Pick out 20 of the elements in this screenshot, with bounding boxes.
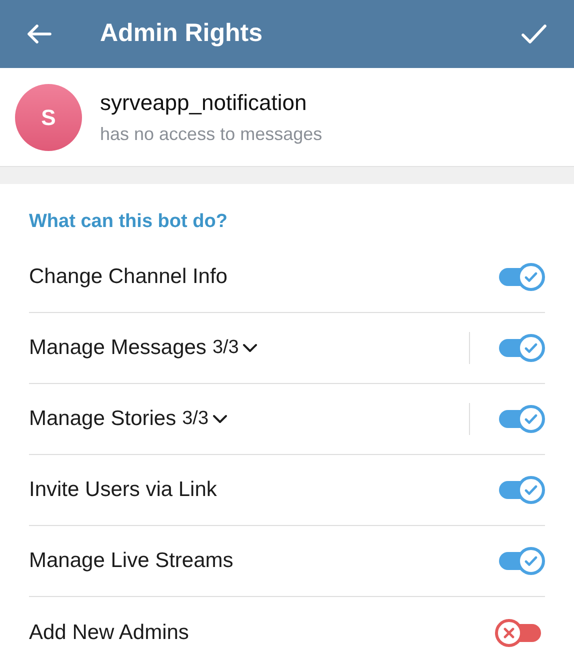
back-arrow-icon	[26, 23, 52, 45]
expand-permission-button[interactable]: Manage Stories 3/3	[29, 403, 228, 435]
expand-permission-button[interactable]: Manage Messages 3/3	[29, 332, 258, 364]
avatar-initial: S	[41, 104, 56, 132]
chevron-down-icon	[212, 414, 228, 424]
permission-label: Add New Admins	[29, 620, 189, 646]
bot-name: syrveapp_notification	[100, 89, 308, 117]
permission-count: 3/3	[212, 336, 239, 360]
permission-label: Invite Users via Link	[29, 477, 217, 504]
permission-count: 3/3	[182, 406, 209, 431]
permission-label: Manage Messages	[29, 335, 206, 362]
permission-label: Manage Stories	[29, 406, 176, 432]
cross-icon	[502, 626, 516, 640]
screen-title: Admin Rights	[100, 18, 262, 50]
chevron-down-icon	[242, 343, 258, 353]
permission-label: Change Channel Info	[29, 264, 228, 290]
permission-label: Manage Live Streams	[29, 548, 234, 574]
section-title: What can this bot do?	[29, 210, 228, 234]
check-icon	[520, 23, 548, 45]
bot-status: has no access to messages	[100, 123, 322, 146]
